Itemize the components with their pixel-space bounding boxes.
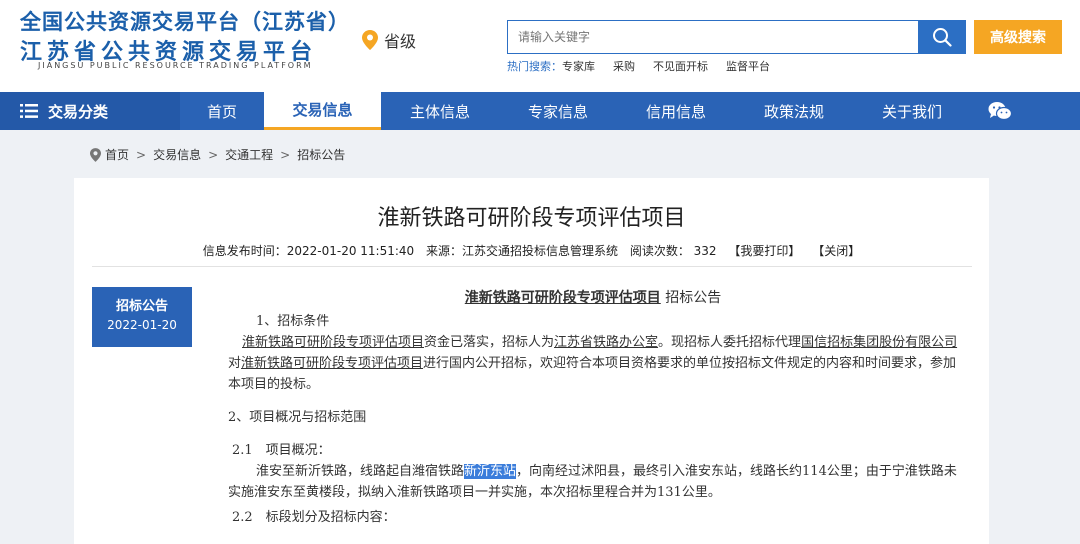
main-nav: 交易分类 首页 交易信息 主体信息 专家信息 信用信息 政策法规 关于我们 <box>0 92 1080 130</box>
section-1-paragraph: 淮新铁路可研阶段专项评估项目资金已落实，招标人为江苏省铁路办公室。现招标人委托招… <box>228 335 958 392</box>
divider <box>92 266 972 267</box>
nav-category-label: 交易分类 <box>48 102 109 121</box>
close-link[interactable]: 【关闭】 <box>812 244 860 258</box>
notice-type-label: 招标公告 <box>115 299 168 314</box>
logo-subtitle-english: JIANGSU PUBLIC RESOURCE TRADING PLATFORM <box>38 61 313 70</box>
notice-type-badge: 招标公告 2022-01-20 <box>92 287 192 347</box>
province-selector[interactable]: 省级 <box>362 28 416 52</box>
breadcrumb-home[interactable]: 首页 <box>105 146 129 163</box>
section-2-2-title: 2.2 标段划分及招标内容： <box>232 510 396 525</box>
hot-searches: 热门搜索： 专家库 采购 不见面开标 监督平台 <box>507 58 788 74</box>
hot-search-item[interactable]: 不见面开标 <box>653 58 708 74</box>
notice-date: 2022-01-20 <box>107 318 177 332</box>
search-box <box>507 20 919 54</box>
article-body: 淮新铁路可研阶段专项评估项目 招标公告 1、招标条件 淮新铁路可研阶段专项评估项… <box>228 288 958 528</box>
article-title: 淮新铁路可研阶段专项评估项目 <box>377 206 686 231</box>
search-icon <box>933 28 952 47</box>
breadcrumb: 首页 > 交易信息 > 交通工程 > 招标公告 <box>90 146 345 163</box>
hot-search-label: 热门搜索： <box>507 60 562 73</box>
site-header: 全国公共资源交易平台（江苏省） 江苏省公共资源交易平台 JIANGSU PUBL… <box>0 0 1080 92</box>
publish-time: 信息发布时间：2022-01-20 11:51:40 <box>202 244 415 258</box>
breadcrumb-trade-info[interactable]: 交易信息 <box>153 146 201 163</box>
breadcrumb-transport[interactable]: 交通工程 <box>225 146 273 163</box>
breadcrumb-current[interactable]: 招标公告 <box>297 146 345 163</box>
hot-search-item[interactable]: 监督平台 <box>726 58 770 74</box>
doc-heading: 淮新铁路可研阶段专项评估项目 招标公告 <box>228 288 958 309</box>
nav-expert-info[interactable]: 专家信息 <box>499 92 617 130</box>
article-source: 来源：江苏交通招投标信息管理系统 <box>426 244 619 258</box>
nav-subject-info[interactable]: 主体信息 <box>381 92 499 130</box>
nav-trade-info[interactable]: 交易信息 <box>264 92 381 130</box>
breadcrumb-separator: > <box>208 147 219 162</box>
article-card: 淮新铁路可研阶段专项评估项目 信息发布时间：2022-01-20 11:51:4… <box>74 178 989 544</box>
search-button[interactable] <box>918 20 966 54</box>
breadcrumb-separator: > <box>280 147 291 162</box>
advanced-search-button[interactable]: 高级搜索 <box>974 20 1062 54</box>
nav-wechat[interactable] <box>971 92 1029 130</box>
section-2-1-title: 2.1 项目概况： <box>232 443 331 458</box>
location-pin-icon <box>90 147 101 162</box>
doc-heading-project: 淮新铁路可研阶段专项评估项目 <box>464 290 661 306</box>
section-2-title: 2、项目概况与招标范围 <box>228 410 367 425</box>
print-link[interactable]: 【我要打印】 <box>728 244 800 258</box>
location-pin-icon <box>362 30 378 50</box>
nav-policy[interactable]: 政策法规 <box>735 92 853 130</box>
selected-text[interactable]: 新沂东站 <box>464 464 517 479</box>
menu-list-icon <box>20 104 38 118</box>
hot-search-item[interactable]: 采购 <box>613 58 635 74</box>
nav-about[interactable]: 关于我们 <box>853 92 971 130</box>
logo-title-national[interactable]: 全国公共资源交易平台（江苏省） <box>20 6 350 36</box>
doc-heading-suffix: 招标公告 <box>665 290 722 306</box>
article-meta: 信息发布时间：2022-01-20 11:51:40 来源：江苏交通招投标信息管… <box>74 242 989 259</box>
province-label: 省级 <box>384 32 417 51</box>
wechat-icon <box>988 102 1012 121</box>
search-input[interactable] <box>508 21 918 53</box>
nav-home[interactable]: 首页 <box>180 92 264 130</box>
section-2-1-paragraph: 淮安至新沂铁路，线路起自潍宿铁路新沂东站，向南经过沭阳县，最终引入淮安东站，线路… <box>228 464 957 500</box>
hot-search-item[interactable]: 专家库 <box>562 58 595 74</box>
breadcrumb-separator: > <box>136 147 147 162</box>
nav-credit-info[interactable]: 信用信息 <box>617 92 735 130</box>
view-count: 阅读次数： 332 <box>629 244 717 258</box>
nav-category-menu[interactable]: 交易分类 <box>0 92 180 130</box>
section-1-title: 1、招标条件 <box>256 314 330 329</box>
